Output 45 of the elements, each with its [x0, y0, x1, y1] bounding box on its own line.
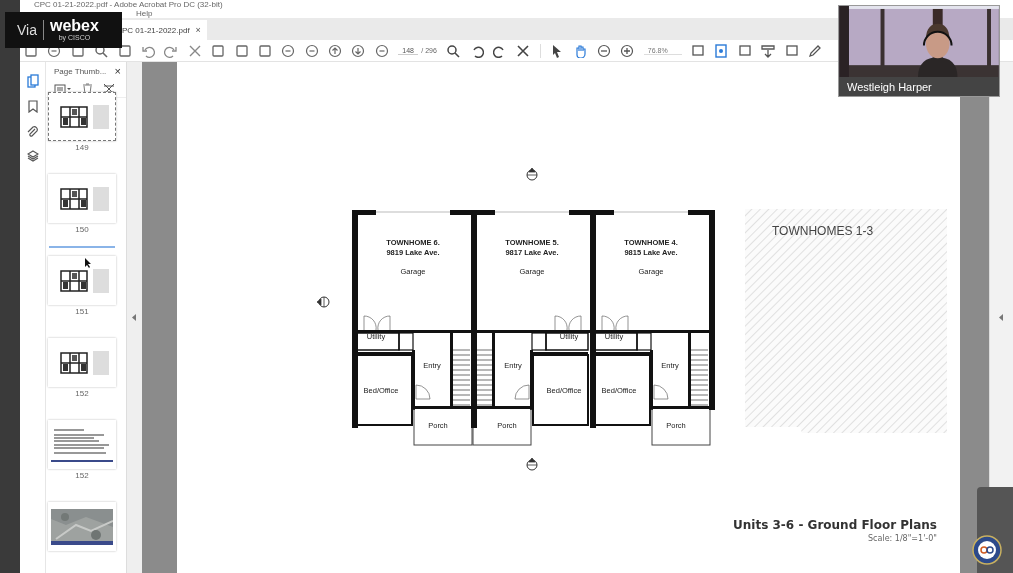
zoom-out-icon[interactable] [597, 43, 612, 58]
cursor-icon [85, 258, 92, 268]
zoom-tool-icon[interactable] [446, 43, 461, 58]
page-number: 151 [75, 307, 89, 316]
page-thumbnail[interactable] [48, 92, 116, 141]
page-icon[interactable] [714, 43, 729, 58]
page-number: 152 [75, 389, 89, 398]
badge-text: Via [17, 22, 37, 38]
page-thumbnail[interactable] [48, 502, 116, 551]
section-marker-icon [316, 296, 330, 308]
page-number: 149 [75, 143, 89, 152]
scale-note: Scale: 1/8"=1'-0" [868, 534, 937, 543]
panel-title: Page Thumb... [54, 66, 107, 76]
participant-name: Westleigh Harper [847, 80, 932, 93]
sheet-title: Units 3-6 - Ground Floor Plans [733, 518, 937, 532]
close-icon[interactable]: × [114, 65, 121, 78]
bookmark-icon[interactable] [27, 100, 38, 113]
page-number: 152 [75, 471, 89, 480]
options-icon[interactable] [54, 83, 72, 94]
brand-name: webex [50, 18, 99, 34]
page-thumbnail[interactable] [48, 256, 116, 305]
download-icon[interactable] [761, 43, 776, 58]
layers-icon[interactable] [26, 150, 39, 162]
collapse-icon[interactable] [999, 314, 1004, 321]
next-page-icon[interactable] [351, 43, 366, 58]
page-thumbnail[interactable] [48, 174, 116, 223]
pen-icon[interactable] [808, 43, 822, 58]
trash-icon[interactable] [82, 82, 93, 95]
document-tab[interactable]: PC 01-21-2022.pdf × [120, 20, 207, 40]
hand-icon[interactable] [573, 43, 588, 58]
window-title: CPC 01-21-2022.pdf - Adobe Acrobat Pro DC (32-bit) [34, 0, 223, 9]
close-icon[interactable]: × [195, 25, 201, 35]
paperclip-icon[interactable] [27, 125, 38, 138]
section-marker-icon [526, 457, 538, 471]
previous-page-icon[interactable] [328, 43, 343, 58]
zoom-in-icon[interactable] [620, 43, 635, 58]
seal-icon [972, 535, 1002, 565]
section-marker-icon [526, 167, 538, 181]
area-label: TOWNHOMES 1-3 [772, 224, 874, 238]
page-thumbnail[interactable] [48, 420, 116, 469]
pages-icon[interactable] [26, 74, 39, 88]
menu-item[interactable]: Help [136, 9, 153, 18]
collapse-icon[interactable] [132, 314, 137, 321]
page-number: 150 [75, 225, 89, 234]
page-thumbnail[interactable] [48, 338, 116, 387]
